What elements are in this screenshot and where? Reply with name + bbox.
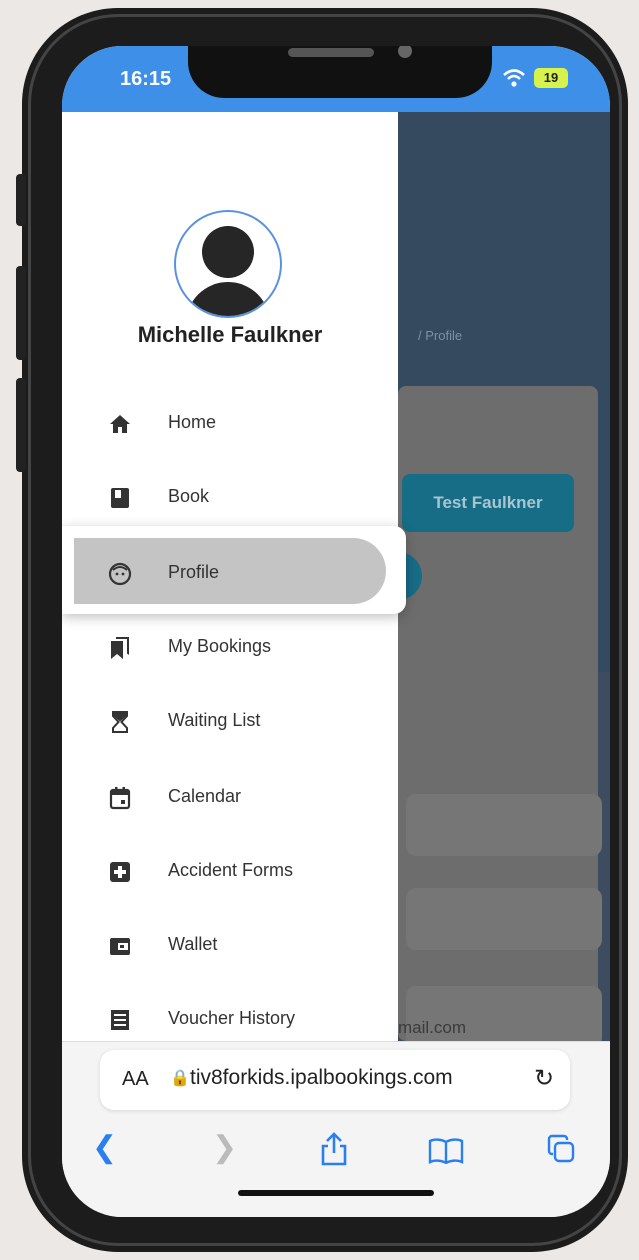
lock-icon: 🔒 bbox=[170, 1070, 190, 1087]
book-icon bbox=[111, 488, 129, 508]
face-icon bbox=[108, 562, 132, 586]
menu-item-home[interactable]: Home bbox=[62, 390, 398, 454]
bookmarks-book-icon[interactable] bbox=[428, 1138, 464, 1164]
menu-item-my-bookings[interactable]: My Bookings bbox=[62, 614, 398, 678]
background-field bbox=[406, 986, 602, 1048]
user-name: Michelle Faulkner bbox=[137, 322, 323, 347]
menu-item-wallet[interactable]: Wallet bbox=[62, 912, 398, 976]
speaker-grille bbox=[288, 48, 374, 57]
share-icon[interactable] bbox=[320, 1132, 348, 1166]
menu-item-label: My Bookings bbox=[168, 636, 272, 656]
background-field bbox=[406, 888, 602, 950]
background-breadcrumb: / Profile bbox=[418, 328, 463, 343]
battery-indicator: 19 bbox=[534, 68, 568, 88]
text-size-button[interactable]: AA bbox=[122, 1068, 149, 1091]
wifi-icon bbox=[503, 69, 525, 87]
background-email: mail.com bbox=[398, 1018, 467, 1037]
menu-item-accident-forms[interactable]: Accident Forms bbox=[62, 838, 398, 902]
menu-item-label: Wallet bbox=[168, 934, 218, 954]
back-icon[interactable]: ❮ bbox=[92, 1130, 117, 1165]
phone-screen: / Profile Test Faulkner mail.com Michell… bbox=[62, 46, 610, 1217]
hourglass-icon bbox=[112, 711, 128, 733]
menu-item-label: Profile bbox=[168, 562, 220, 582]
receipt-icon bbox=[111, 1010, 129, 1030]
menu-item-profile[interactable]: Profile bbox=[62, 540, 398, 604]
avatar-body bbox=[186, 282, 270, 316]
medical-plus-icon bbox=[110, 862, 130, 882]
wallet-icon bbox=[110, 938, 130, 955]
menu-item-waiting-list[interactable]: Waiting List bbox=[62, 688, 398, 752]
child-button[interactable]: Test Faulkner bbox=[402, 474, 574, 532]
tabs-icon[interactable] bbox=[546, 1134, 576, 1164]
url-text[interactable]: tiv8forkids.ipalbookings.com bbox=[190, 1066, 453, 1090]
menu-item-book[interactable]: Book bbox=[62, 464, 398, 528]
avatar-head bbox=[202, 226, 254, 278]
menu-item-label: Voucher History bbox=[168, 1008, 296, 1028]
avatar bbox=[174, 210, 282, 318]
menu-item-label: Book bbox=[168, 486, 210, 506]
menu-item-calendar[interactable]: Calendar bbox=[62, 764, 398, 828]
notch bbox=[188, 46, 492, 98]
side-button-silent bbox=[16, 174, 26, 226]
menu-item-label: Home bbox=[168, 412, 217, 432]
address-bar[interactable]: AA 🔒 tiv8forkids.ipalbookings.com ↻ bbox=[100, 1050, 570, 1110]
calendar-icon bbox=[109, 787, 131, 810]
forward-icon[interactable]: ❯ bbox=[212, 1130, 237, 1165]
menu-item-label: Calendar bbox=[168, 786, 242, 806]
side-button-volume-up bbox=[16, 266, 26, 360]
bookmarks-icon bbox=[111, 637, 129, 659]
home-indicator bbox=[238, 1190, 434, 1196]
camera-dot bbox=[398, 46, 412, 58]
reload-icon[interactable]: ↻ bbox=[534, 1064, 554, 1093]
menu-item-label: Accident Forms bbox=[168, 860, 294, 880]
menu-item-label: Waiting List bbox=[168, 710, 261, 730]
background-field bbox=[406, 794, 602, 856]
side-button-volume-down bbox=[16, 378, 26, 472]
home-icon bbox=[110, 415, 130, 433]
status-time: 16:15 bbox=[120, 68, 172, 90]
